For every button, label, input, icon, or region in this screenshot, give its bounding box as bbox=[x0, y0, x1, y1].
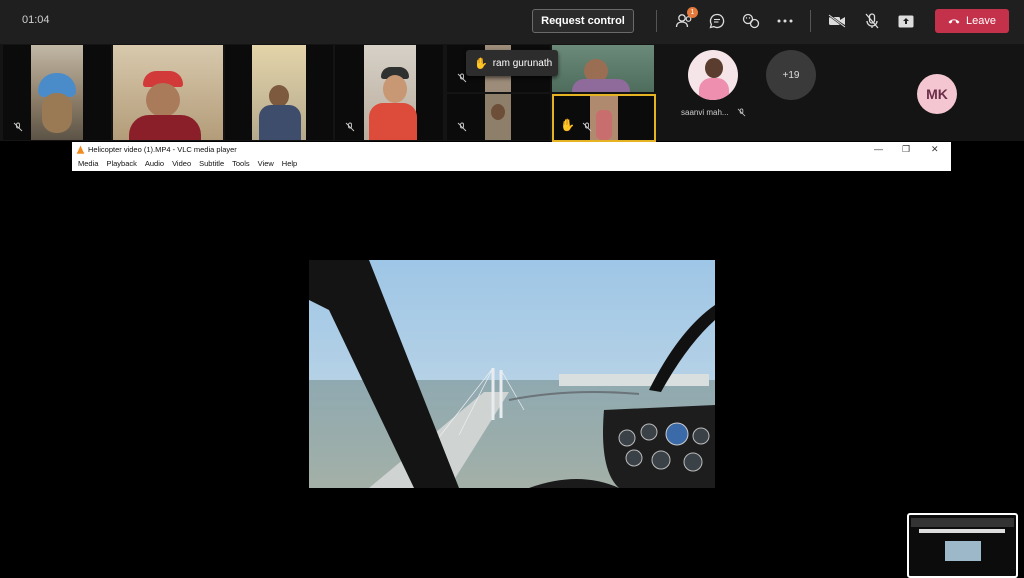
mic-muted-icon bbox=[345, 122, 355, 132]
menu-help[interactable]: Help bbox=[282, 159, 297, 168]
meeting-toolbar: 01:04 Request control 1 Leave bbox=[0, 0, 1024, 45]
reactions-icon[interactable] bbox=[740, 10, 762, 32]
raised-hand-icon: ✋ bbox=[560, 118, 575, 132]
participants-badge: 1 bbox=[687, 7, 698, 18]
close-icon[interactable]: ✕ bbox=[931, 144, 939, 155]
participant-video-tile[interactable] bbox=[552, 45, 654, 92]
participant-video-tile[interactable] bbox=[3, 45, 111, 140]
initials-avatar[interactable]: MK bbox=[917, 74, 957, 114]
vlc-cone-icon bbox=[76, 145, 85, 154]
toolbar-divider bbox=[810, 10, 811, 32]
menu-tools[interactable]: Tools bbox=[232, 159, 250, 168]
more-options-icon[interactable] bbox=[774, 10, 796, 32]
participant-video-tile[interactable] bbox=[225, 45, 333, 140]
hand-raised-tooltip: ✋ ram gurunath bbox=[466, 50, 558, 76]
minimize-icon[interactable]: — bbox=[874, 144, 883, 154]
restore-icon[interactable]: ❐ bbox=[902, 144, 910, 155]
participant-video-tile-hand-raised[interactable]: ✋ bbox=[552, 94, 656, 142]
mic-muted-icon bbox=[582, 122, 592, 132]
menu-playback[interactable]: Playback bbox=[106, 159, 136, 168]
meeting-timer: 01:04 bbox=[22, 14, 50, 26]
mic-muted-icon bbox=[737, 108, 746, 117]
mic-muted-icon bbox=[13, 122, 23, 132]
request-control-button[interactable]: Request control bbox=[532, 9, 634, 33]
toolbar-divider bbox=[656, 10, 657, 32]
participant-video-tile[interactable] bbox=[335, 45, 443, 140]
preview-strip bbox=[911, 518, 1014, 527]
preview-vlc-bar bbox=[919, 529, 1005, 533]
menu-subtitle[interactable]: Subtitle bbox=[199, 159, 224, 168]
participant-video-tile[interactable] bbox=[113, 45, 223, 140]
mic-muted-icon bbox=[457, 122, 467, 132]
participant-avatar[interactable] bbox=[688, 50, 738, 100]
raised-hand-icon: ✋ bbox=[474, 57, 488, 70]
menu-view[interactable]: View bbox=[258, 159, 274, 168]
overflow-participants-button[interactable]: +19 bbox=[766, 50, 816, 100]
chat-icon[interactable] bbox=[706, 10, 728, 32]
camera-off-icon[interactable] bbox=[826, 10, 848, 32]
participant-name: saanvi mah... bbox=[681, 108, 729, 117]
leave-label: Leave bbox=[966, 15, 996, 27]
vlc-window-title: Helicopter video (1).MP4 - VLC media pla… bbox=[88, 145, 237, 154]
preview-video bbox=[945, 541, 981, 561]
leave-button[interactable]: Leave bbox=[935, 9, 1009, 33]
self-view-preview[interactable] bbox=[907, 513, 1018, 578]
mic-off-icon[interactable] bbox=[861, 10, 883, 32]
participants-icon[interactable]: 1 bbox=[673, 7, 698, 32]
vlc-window-header: Helicopter video (1).MP4 - VLC media pla… bbox=[72, 142, 951, 171]
participant-video-tile[interactable] bbox=[447, 94, 550, 140]
phone-hangup-icon bbox=[948, 19, 960, 24]
menu-media[interactable]: Media bbox=[78, 159, 98, 168]
menu-audio[interactable]: Audio bbox=[145, 159, 164, 168]
share-screen-icon[interactable] bbox=[895, 10, 917, 32]
menu-video[interactable]: Video bbox=[172, 159, 191, 168]
hand-raised-name: ram gurunath bbox=[492, 57, 553, 69]
shared-video-frame bbox=[309, 260, 715, 488]
vlc-menu-bar: Media Playback Audio Video Subtitle Tool… bbox=[78, 159, 297, 168]
